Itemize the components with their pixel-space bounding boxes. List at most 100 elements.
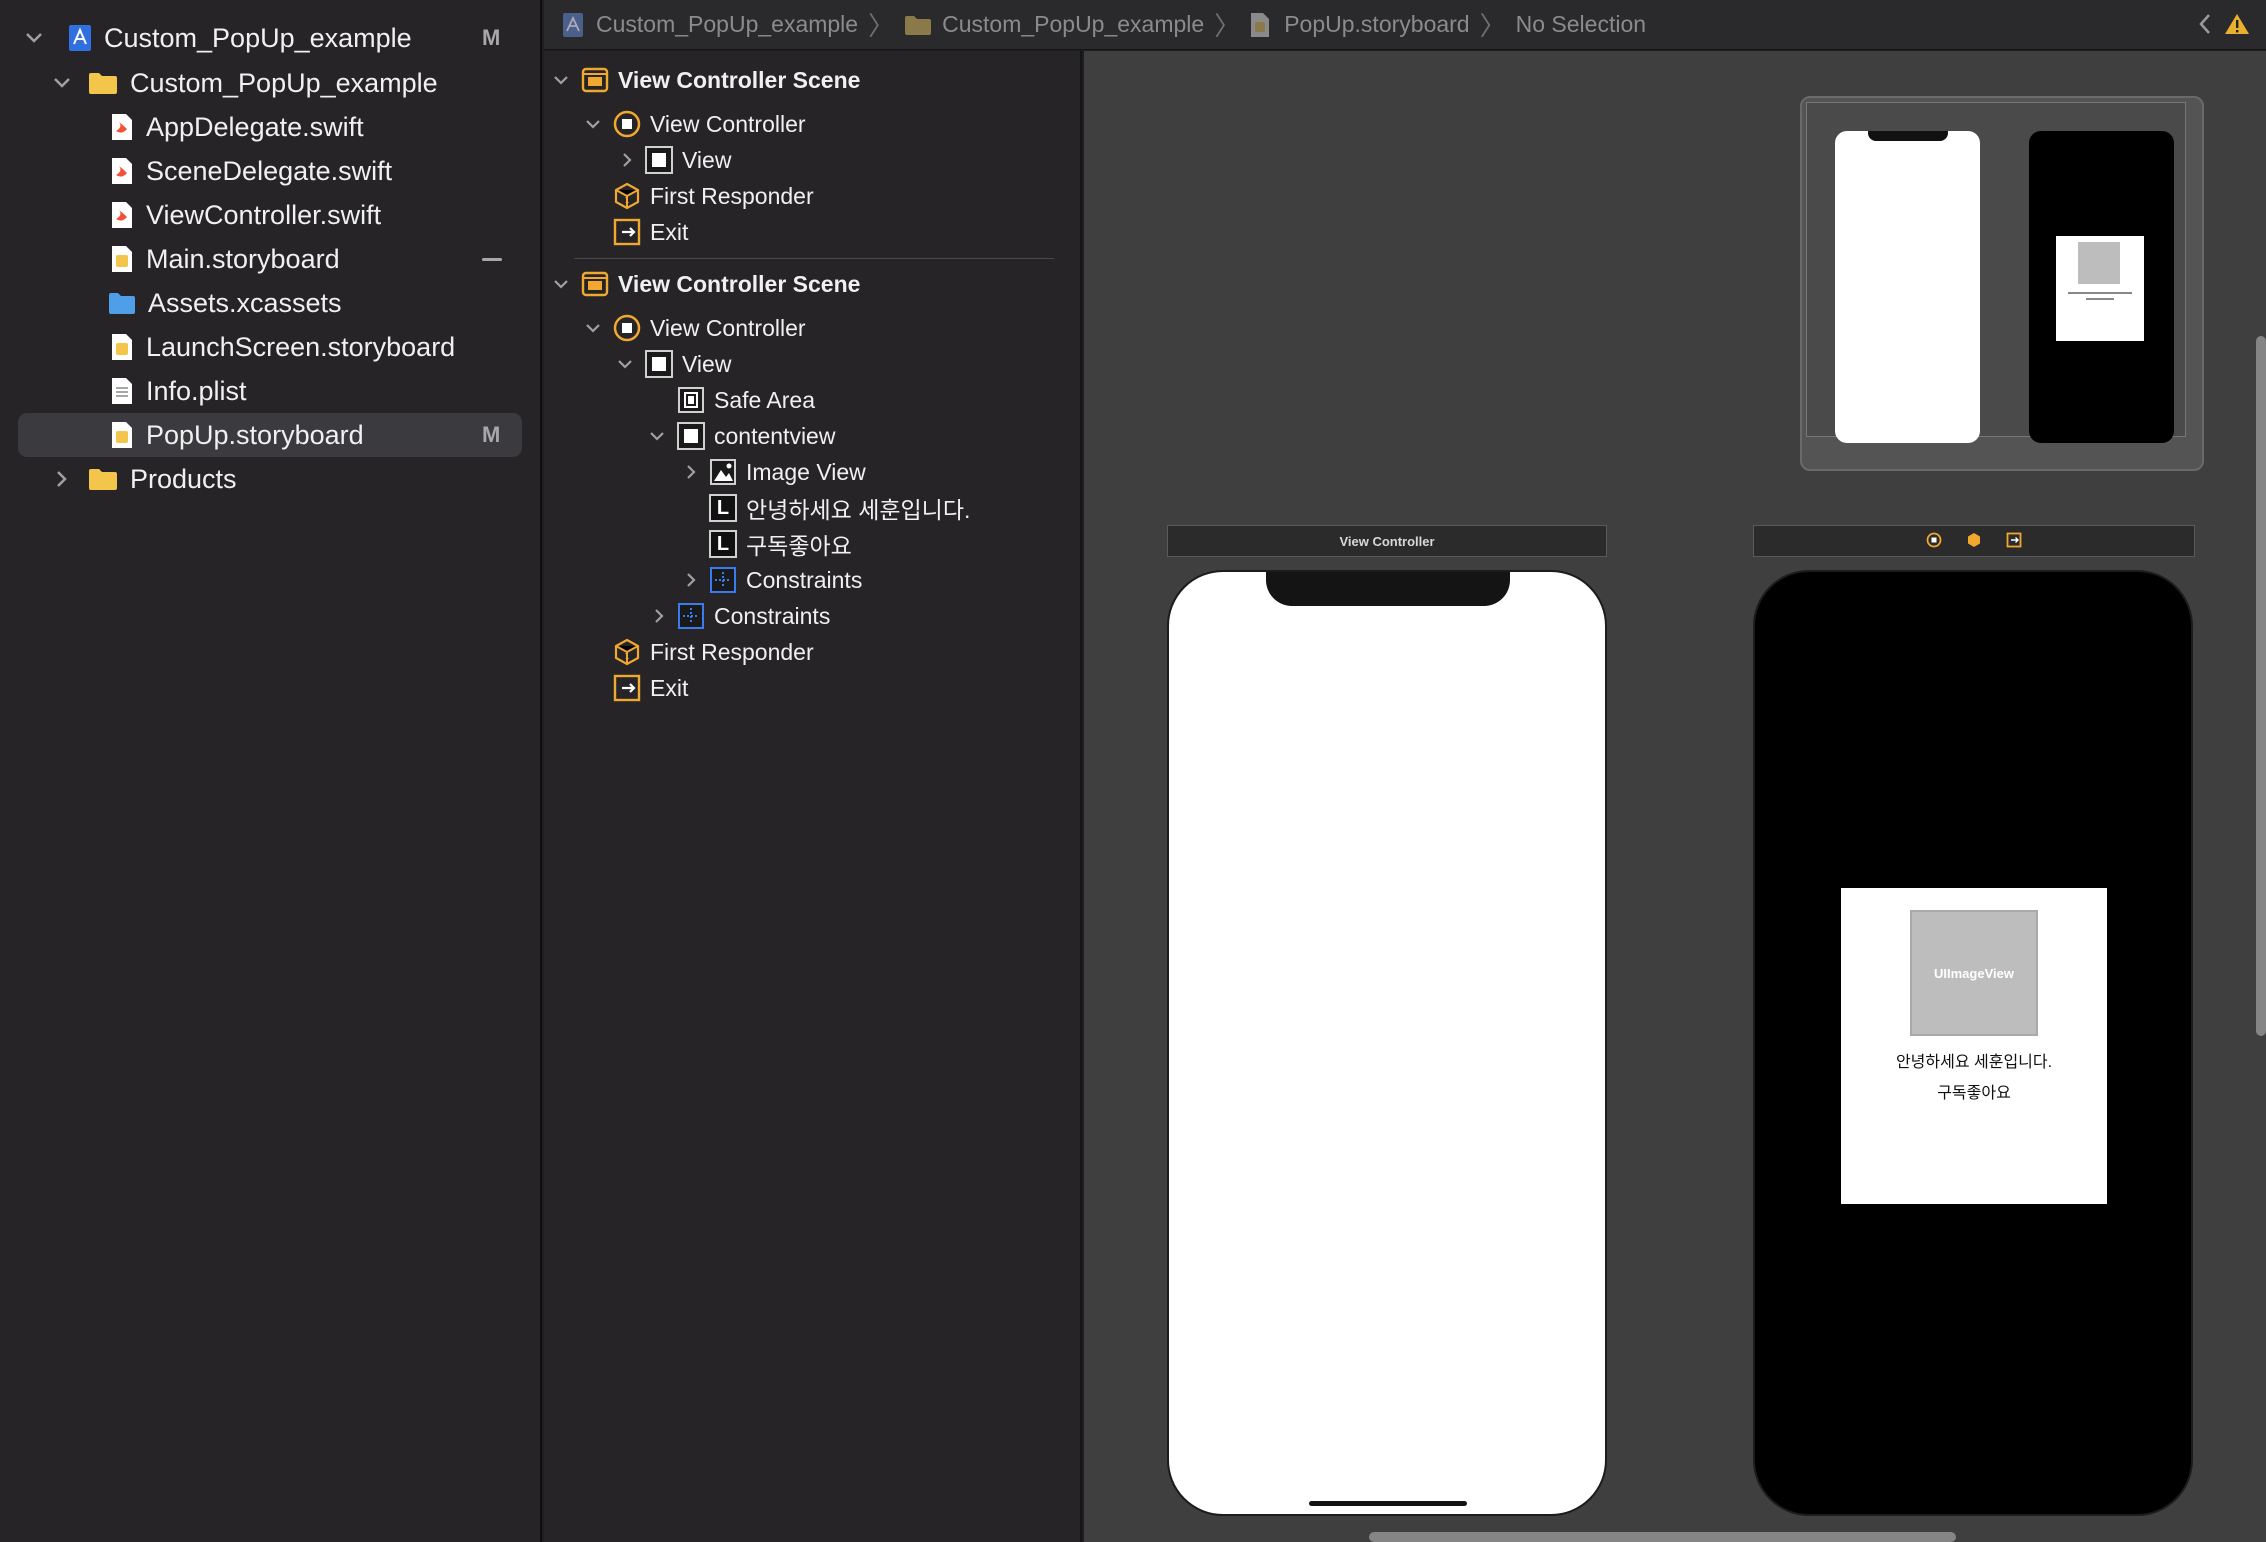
first-responder-cube-icon: 1 xyxy=(612,181,642,211)
plist-file-icon xyxy=(110,377,134,405)
navigator-item-label: Assets.xcassets xyxy=(148,287,342,318)
chevron-right-icon[interactable] xyxy=(618,151,636,169)
chevron-down-icon[interactable] xyxy=(584,115,602,133)
device-notch xyxy=(1266,572,1510,606)
outline-item-exit[interactable]: Exit xyxy=(612,670,688,706)
project-navigator: Custom_PopUp_example M Custom_PopUp_exam… xyxy=(0,0,542,1542)
navigator-item-group[interactable]: Products xyxy=(0,458,542,500)
outline-item-view-controller[interactable]: View Controller xyxy=(612,310,806,346)
scene-2-title-bar[interactable] xyxy=(1753,525,2195,557)
navigator-item-file[interactable]: AppDelegate.swift xyxy=(0,106,542,148)
navigator-item-label: Products xyxy=(130,463,237,494)
image-view-icon xyxy=(708,457,738,487)
outline-item-first-responder[interactable]: 1 First Responder xyxy=(612,634,814,670)
navigator-item-project[interactable]: Custom_PopUp_example M xyxy=(0,17,542,59)
chevron-right-icon[interactable] xyxy=(52,469,72,489)
navigator-item-file[interactable]: LaunchScreen.storyboard xyxy=(0,326,542,368)
storyboard-canvas[interactable]: View Controller UIImageView 안녕하세요 세훈입니다.… xyxy=(1084,51,2266,1542)
outline-scene-1[interactable]: View Controller Scene xyxy=(580,62,860,98)
navigator-item-file[interactable]: SceneDelegate.swift xyxy=(0,150,542,192)
folder-icon xyxy=(88,465,118,493)
outline-item-label[interactable]: L 구독좋아요 xyxy=(708,526,852,562)
scene-title: View Controller xyxy=(1339,533,1435,549)
scene-1-title-bar[interactable]: View Controller xyxy=(1167,525,1607,557)
breadcrumb-project[interactable]: Custom_PopUp_example xyxy=(596,11,858,38)
asset-catalog-icon xyxy=(108,289,136,317)
outline-label: 안녕하세요 세훈입니다. xyxy=(746,497,971,523)
chevron-down-icon[interactable] xyxy=(584,319,602,337)
outline-label: View xyxy=(682,350,732,377)
view-controller-icon xyxy=(612,313,642,343)
outline-label: First Responder xyxy=(650,638,814,665)
chevron-down-icon[interactable] xyxy=(552,275,570,293)
popup-contentview[interactable]: UIImageView 안녕하세요 세훈입니다. 구독좋아요 xyxy=(1841,888,2107,1204)
outline-item-view-controller[interactable]: View Controller xyxy=(612,106,806,142)
chevron-down-icon[interactable] xyxy=(24,28,44,48)
outline-item-exit[interactable]: Exit xyxy=(612,214,688,250)
outline-item-label[interactable]: L 안녕하세요 세훈입니다. xyxy=(708,490,970,526)
chevron-down-icon[interactable] xyxy=(552,71,570,89)
breadcrumb-group[interactable]: Custom_PopUp_example xyxy=(942,11,1204,38)
first-responder-cube-icon[interactable] xyxy=(1966,532,1982,551)
uiimageview-placeholder[interactable]: UIImageView xyxy=(1910,910,2038,1036)
outline-item-image-view[interactable]: Image View xyxy=(708,454,866,490)
outline-label: Constraints xyxy=(746,566,863,593)
outline-label: 구독좋아요 xyxy=(746,533,852,559)
scene-1-phone[interactable] xyxy=(1167,570,1607,1516)
navigator-item-group[interactable]: Custom_PopUp_example xyxy=(0,62,542,104)
navigator-item-file-selected[interactable]: PopUp.storyboard M xyxy=(0,413,542,457)
constraints-icon xyxy=(708,565,738,595)
outline-label: View Controller Scene xyxy=(618,270,861,297)
navigator-item-file[interactable]: Main.storyboard xyxy=(0,238,542,280)
horizontal-scrollbar[interactable] xyxy=(1369,1532,1956,1542)
navigator-item-file[interactable]: Info.plist xyxy=(0,370,542,412)
exit-icon xyxy=(612,673,642,703)
view-controller-icon xyxy=(612,109,642,139)
chevron-right-icon[interactable] xyxy=(650,607,668,625)
navigator-item-label: SceneDelegate.swift xyxy=(146,155,393,186)
navigator-item-label: PopUp.storyboard xyxy=(146,419,364,450)
outline-label: Exit xyxy=(650,674,689,701)
outline-item-safe-area[interactable]: Safe Area xyxy=(676,382,815,418)
swift-file-icon xyxy=(110,113,134,141)
view-icon xyxy=(644,145,674,175)
outline-item-contentview[interactable]: contentview xyxy=(676,418,835,454)
chevron-down-icon[interactable] xyxy=(648,427,666,445)
chevron-down-icon[interactable] xyxy=(616,355,634,373)
popup-label-2[interactable]: 구독좋아요 xyxy=(1841,1079,2107,1103)
warning-icon[interactable] xyxy=(2224,12,2250,41)
navigator-item-label: Custom_PopUp_example xyxy=(104,22,412,53)
outline-scene-2[interactable]: View Controller Scene xyxy=(580,266,860,302)
outline-item-first-responder[interactable]: 1 First Responder xyxy=(612,178,814,214)
chevron-right-icon[interactable] xyxy=(682,571,700,589)
storyboard-file-icon xyxy=(110,333,134,361)
chevron-left-icon[interactable] xyxy=(2198,12,2212,41)
storyboard-file-icon xyxy=(110,245,134,273)
popup-label-1[interactable]: 안녕하세요 세훈입니다. xyxy=(1841,1048,2107,1072)
status-dash-badge xyxy=(482,257,502,261)
outline-label: Image View xyxy=(746,458,866,485)
swift-file-icon xyxy=(110,157,134,185)
svg-text:1: 1 xyxy=(624,652,629,661)
breadcrumb-selection[interactable]: No Selection xyxy=(1516,11,1646,38)
navigator-item-file[interactable]: Assets.xcassets xyxy=(0,282,542,324)
outline-item-view[interactable]: View xyxy=(644,346,731,382)
view-controller-icon[interactable] xyxy=(1926,532,1942,551)
modified-badge: M xyxy=(482,422,501,447)
breadcrumb-separator: 〉 xyxy=(868,11,895,41)
breadcrumb-file[interactable]: PopUp.storyboard xyxy=(1284,11,1469,38)
exit-icon[interactable] xyxy=(2006,532,2022,551)
svg-text:1: 1 xyxy=(624,196,629,205)
breadcrumb-separator: 〉 xyxy=(1214,11,1241,41)
chevron-right-icon[interactable] xyxy=(682,463,700,481)
swift-file-icon xyxy=(110,201,134,229)
outline-item-constraints[interactable]: Constraints xyxy=(676,598,830,634)
scene-2-phone[interactable]: UIImageView 안녕하세요 세훈입니다. 구독좋아요 xyxy=(1753,570,2193,1516)
chevron-down-icon[interactable] xyxy=(52,73,72,93)
navigator-item-file[interactable]: ViewController.swift xyxy=(0,194,542,236)
vertical-scrollbar[interactable] xyxy=(2256,336,2266,1036)
canvas-minimap[interactable] xyxy=(1800,96,2204,471)
navigator-item-label: Main.storyboard xyxy=(146,243,340,274)
outline-item-constraints[interactable]: Constraints xyxy=(708,562,862,598)
outline-item-view[interactable]: View xyxy=(644,142,731,178)
